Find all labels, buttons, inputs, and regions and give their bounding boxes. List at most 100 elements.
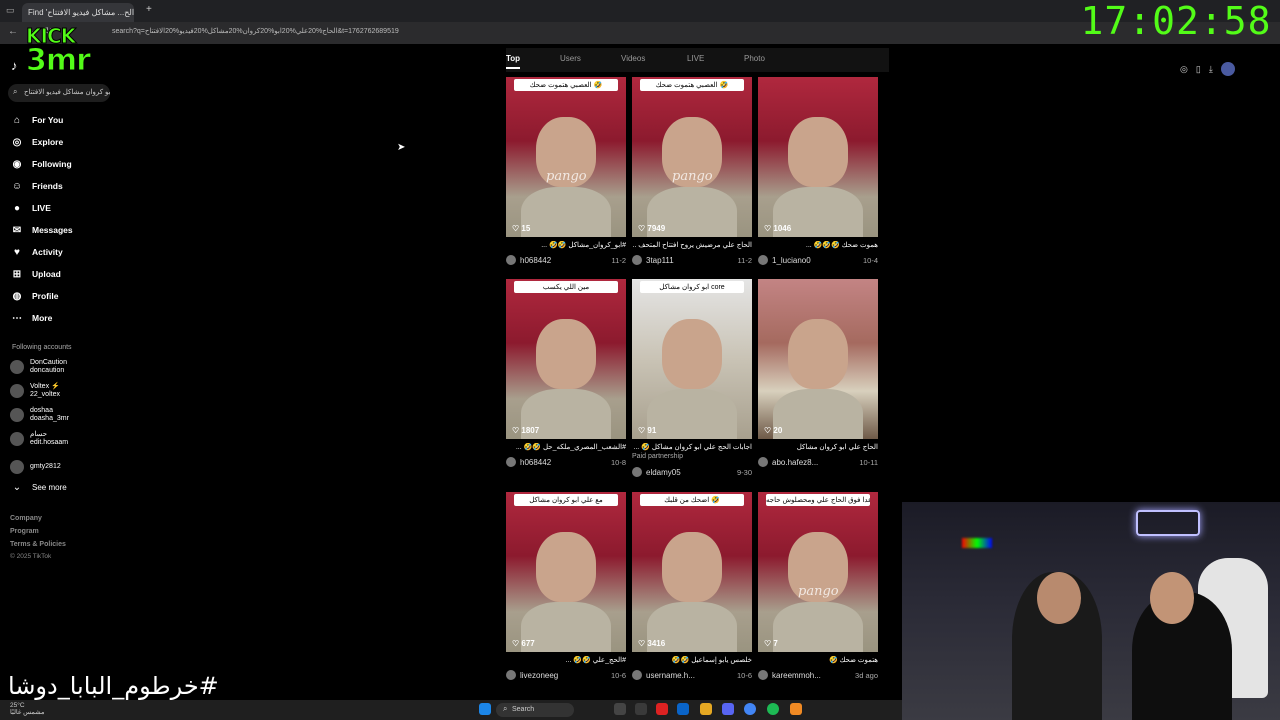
following-account[interactable]: doshaa doasha_3mr: [10, 404, 69, 426]
browser-tab[interactable]: Find 'الح... مشاكل فيديو الافتتاح': [22, 3, 134, 22]
app-icon[interactable]: [790, 703, 802, 715]
video-thumbnail[interactable]: اضحك من قلبك 🤣 ♡ 3416: [632, 492, 752, 652]
video-description[interactable]: الحاج علي مرضيش يروح افتتاح المتحف ...: [632, 241, 752, 251]
widgets-icon[interactable]: [635, 703, 647, 715]
video-card[interactable]: العصبي هتموت ضحك 🤣 pango ♡ 7949 الحاج علي م…: [632, 77, 752, 266]
recording-app-icon[interactable]: [656, 703, 668, 715]
video-description[interactable]: #الحج_علي 🤣🤣 ...: [506, 656, 626, 666]
video-card[interactable]: ابو كروان مشاكل core ♡ 91 اجابات الحج علي …: [632, 279, 752, 478]
tab-live[interactable]: LIVE: [687, 54, 704, 63]
video-thumbnail[interactable]: ♡ 1046: [758, 77, 878, 237]
neon-sign-icon: [1136, 510, 1200, 536]
see-more-button[interactable]: ⌄ See more: [10, 479, 67, 495]
video-username[interactable]: h068442: [520, 256, 612, 265]
video-thumbnail[interactable]: العصبي هتموت ضحك 🤣 pango ♡ 7949: [632, 77, 752, 237]
avatar[interactable]: [758, 255, 768, 265]
video-thumbnail[interactable]: الفطر عدا فوق الحاج علي ومحصلوش حاجه 🤣 pa…: [758, 492, 878, 652]
search-input[interactable]: ابو كروان مشاكل فيديو الافتتاح: [8, 84, 110, 102]
following-account[interactable]: Voltex ⚡ 22_voltex: [10, 380, 60, 402]
page-toolbar: ◎ ▯ ⤓: [1180, 60, 1260, 78]
avatar[interactable]: [1220, 62, 1235, 76]
video-username[interactable]: eldamy05: [646, 468, 737, 477]
sidebar-item-upload[interactable]: ⊞ Upload: [10, 266, 61, 282]
video-date: 10-8: [610, 457, 626, 467]
video-card[interactable]: اضحك من قلبك 🤣 ♡ 3416 خلصس يابو إسماعيل 🤣🤣…: [632, 492, 752, 681]
sidebar-item-profile[interactable]: ◍ Profile: [10, 288, 59, 304]
taskbar-search[interactable]: Search: [496, 703, 574, 717]
video-username[interactable]: 3tap111: [646, 256, 738, 265]
video-username[interactable]: username.h...: [646, 671, 737, 680]
following-account[interactable]: حسام edit.hosaam: [10, 428, 68, 450]
footer-company[interactable]: Company: [10, 515, 42, 522]
search-icon: ⌕: [13, 87, 18, 96]
tiktok-logo-icon[interactable]: ♪: [11, 58, 18, 73]
task-view-icon[interactable]: [614, 703, 626, 715]
sidebar-item-for-you[interactable]: ⌂ For You: [10, 112, 63, 128]
video-username[interactable]: abo.hafez8...: [772, 458, 859, 467]
video-thumbnail[interactable]: العصبي هتموت ضحك 🤣 pango ♡ 15: [506, 77, 626, 237]
following-account[interactable]: DonCaution doncaution: [10, 356, 67, 378]
sidebar-item-more[interactable]: ⋯ More: [10, 310, 52, 326]
video-thumbnail[interactable]: ♡ 20: [758, 279, 878, 439]
weather-widget[interactable]: 25°C مشمس غالبًا: [10, 702, 44, 716]
sidebar-item-live[interactable]: ● LIVE: [10, 200, 51, 216]
video-username[interactable]: kareemmoh...: [772, 671, 855, 680]
avatar: [10, 360, 24, 374]
windows-start-icon[interactable]: [479, 703, 491, 715]
avatar[interactable]: [758, 457, 768, 467]
sidebar-item-messages[interactable]: ✉ Messages: [10, 222, 73, 238]
video-card[interactable]: الفطر عدا فوق الحاج علي ومحصلوش حاجه 🤣 pa…: [758, 492, 878, 681]
file-explorer-icon[interactable]: [700, 703, 712, 715]
phone-icon[interactable]: ▯: [1196, 64, 1201, 75]
video-thumbnail[interactable]: مع علي ابو كروان مشاكل ♡ 677: [506, 492, 626, 652]
sidebar-item-explore[interactable]: ◎ Explore: [10, 134, 64, 150]
compass-icon[interactable]: ◎: [1180, 64, 1188, 75]
footer-terms[interactable]: Terms & Policies: [10, 541, 66, 548]
tab-videos[interactable]: Videos: [621, 54, 645, 63]
video-description[interactable]: هموت ضحك 🤣🤣🤣 ...: [758, 241, 878, 251]
outlook-icon[interactable]: [677, 703, 689, 715]
avatar[interactable]: [506, 670, 516, 680]
video-thumbnail[interactable]: ابو كروان مشاكل core ♡ 91: [632, 279, 752, 439]
avatar[interactable]: [632, 670, 642, 680]
video-card[interactable]: مع علي ابو كروان مشاكل ♡ 677 #الحج_علي 🤣🤣 …: [506, 492, 626, 681]
avatar[interactable]: [758, 670, 768, 680]
following-icon: ◉: [12, 158, 22, 170]
video-username[interactable]: h068442: [520, 458, 611, 467]
video-username[interactable]: livezoneeg: [520, 671, 611, 680]
sidebar-item-friends[interactable]: ☺ Friends: [10, 178, 63, 194]
video-username[interactable]: 1_luciano0: [772, 256, 863, 265]
back-icon[interactable]: ←: [8, 26, 18, 37]
video-description[interactable]: خلصس يابو إسماعيل 🤣🤣: [632, 656, 752, 666]
video-description[interactable]: #ابو_كروان_مشاكل 🤣🤣 ...: [506, 241, 626, 251]
tab-top[interactable]: Top: [506, 54, 521, 69]
video-description[interactable]: الحاج علي ابو كروان مشاكل: [758, 443, 878, 453]
new-tab-icon[interactable]: +: [146, 4, 152, 15]
video-card[interactable]: مين اللي يكسب ♡ 1807 #الشعب_المصري_ملكه_حل…: [506, 279, 626, 468]
following-account[interactable]: gmty2812: [10, 456, 61, 478]
video-card[interactable]: ♡ 1046 هموت ضحك 🤣🤣🤣 ... 1_luciano0 10-4: [758, 77, 878, 266]
video-card[interactable]: العصبي هتموت ضحك 🤣 pango ♡ 15 #ابو_كروان_مش…: [506, 77, 626, 266]
video-description[interactable]: #الشعب_المصري_ملكه_حل 🤣🤣 ...: [506, 443, 626, 453]
footer-program[interactable]: Program: [10, 528, 39, 535]
compass-icon: ◎: [12, 136, 22, 148]
view-count-value: 677: [521, 639, 535, 648]
sidebar-item-following[interactable]: ◉ Following: [10, 156, 72, 172]
discord-icon[interactable]: [722, 703, 734, 715]
video-description[interactable]: هتموت ضحك 🤣: [758, 656, 878, 666]
avatar[interactable]: [506, 255, 516, 265]
tab-photo[interactable]: Photo: [744, 54, 765, 63]
sidebar-item-activity[interactable]: ♥ Activity: [10, 244, 63, 260]
tab-users[interactable]: Users: [560, 54, 581, 63]
video-thumbnail[interactable]: مين اللي يكسب ♡ 1807: [506, 279, 626, 439]
video-description[interactable]: اجابات الحج علي ابو كروان مشاكل 🤣 ...: [632, 443, 752, 453]
tab-menu-icon[interactable]: ▭: [6, 5, 15, 16]
url-field[interactable]: search?q=الحاج%20علي%20ابو%20كروان%20مشا…: [112, 27, 399, 35]
video-card[interactable]: ♡ 20 الحاج علي ابو كروان مشاكل abo.hafez8.…: [758, 279, 878, 468]
avatar[interactable]: [506, 457, 516, 467]
chrome-icon[interactable]: [744, 703, 756, 715]
download-icon[interactable]: ⤓: [1209, 64, 1213, 75]
avatar[interactable]: [632, 255, 642, 265]
avatar[interactable]: [632, 467, 642, 477]
spotify-icon[interactable]: [767, 703, 779, 715]
